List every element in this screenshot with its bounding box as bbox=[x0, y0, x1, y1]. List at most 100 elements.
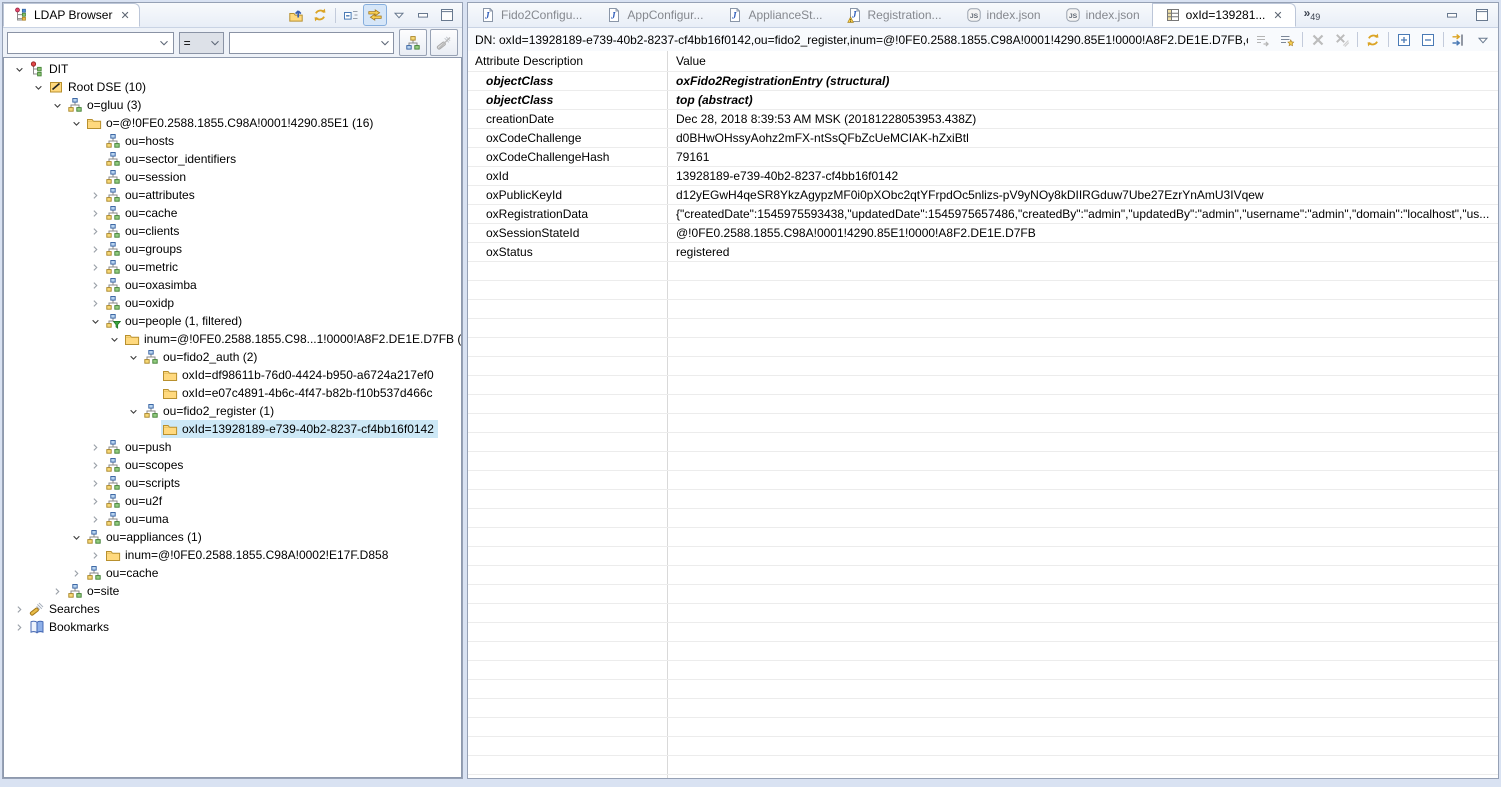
attribute-value-cell[interactable]: 13928189-e739-40b2-8237-cf4bb16f0142 bbox=[668, 167, 1498, 185]
chevron-collapsed-icon[interactable] bbox=[87, 549, 104, 562]
editor-tab[interactable]: JFido2Configu... bbox=[468, 3, 594, 27]
collapse-all-icon[interactable] bbox=[339, 4, 363, 26]
attribute-row[interactable]: oxSessionStateId@!0FE0.2588.1855.C98A!00… bbox=[468, 223, 1498, 242]
chevron-collapsed-icon[interactable] bbox=[87, 207, 104, 220]
chevron-collapsed-icon[interactable] bbox=[87, 189, 104, 202]
attribute-value-cell[interactable]: top (abstract) bbox=[668, 91, 1498, 109]
attribute-name-cell[interactable]: oxCodeChallengeHash bbox=[468, 148, 668, 166]
editor-tab[interactable]: JSindex.json bbox=[954, 3, 1053, 27]
tree-item-content[interactable]: inum=@!0FE0.2588.1855.C98A!0002!E17F.D85… bbox=[104, 546, 392, 564]
collapse-box-icon[interactable] bbox=[1416, 29, 1440, 51]
tree-item[interactable]: oxId=e07c4891-4b6c-4f47-b82b-f10b537d466… bbox=[4, 384, 461, 402]
tree-item[interactable]: ou=people (1, filtered) bbox=[4, 312, 461, 330]
tree-item[interactable]: ou=scopes bbox=[4, 456, 461, 474]
chevron-collapsed-icon[interactable] bbox=[87, 279, 104, 292]
chevron-collapsed-icon[interactable] bbox=[87, 441, 104, 454]
attribute-name-cell[interactable]: objectClass bbox=[468, 72, 668, 90]
tree-item-content[interactable]: ou=oxasimba bbox=[104, 276, 201, 294]
chevron-expanded-icon[interactable] bbox=[49, 99, 66, 112]
chevron-expanded-icon[interactable] bbox=[11, 63, 28, 76]
tree-item-content[interactable]: oxId=df98611b-76d0-4424-b950-a6724a217ef… bbox=[161, 366, 438, 384]
tree-item[interactable]: ou=cache bbox=[4, 204, 461, 222]
tree-item-content[interactable]: ou=appliances (1) bbox=[85, 528, 206, 546]
tree-item-content[interactable]: ou=clients bbox=[104, 222, 183, 240]
tree-item-content[interactable]: DIT bbox=[28, 60, 72, 78]
expand-all-icon[interactable] bbox=[1392, 29, 1416, 51]
tree-item-content[interactable]: inum=@!0FE0.2588.1855.C98...1!0000!A8F2.… bbox=[123, 330, 462, 348]
editor-tab[interactable]: JRegistration... bbox=[835, 3, 954, 27]
quick-search-value-combo[interactable] bbox=[229, 32, 394, 54]
attribute-name-cell[interactable]: oxRegistrationData bbox=[468, 205, 668, 223]
pin-arrows-icon[interactable] bbox=[1447, 29, 1471, 51]
attribute-row[interactable]: oxStatusregistered bbox=[468, 242, 1498, 261]
chevron-collapsed-icon[interactable] bbox=[87, 459, 104, 472]
chevron-collapsed-icon[interactable] bbox=[87, 297, 104, 310]
chevron-collapsed-icon[interactable] bbox=[87, 495, 104, 508]
link-editor-icon[interactable] bbox=[363, 4, 387, 26]
tree-item-content[interactable]: Searches bbox=[28, 600, 104, 618]
tree-item-content[interactable]: o=site bbox=[66, 582, 123, 600]
tree-item-content[interactable]: oxId=e07c4891-4b6c-4f47-b82b-f10b537d466… bbox=[161, 384, 437, 402]
attribute-value-cell[interactable]: @!0FE0.2588.1855.C98A!0001!4290.85E1!000… bbox=[668, 224, 1498, 242]
tree-item-content[interactable]: ou=push bbox=[104, 438, 175, 456]
tree-item[interactable]: o=site bbox=[4, 582, 461, 600]
attribute-name-cell[interactable]: oxId bbox=[468, 167, 668, 185]
chevron-expanded-icon[interactable] bbox=[68, 117, 85, 130]
dit-tree[interactable]: DITRoot DSE (10)o=gluu (3)o=@!0FE0.2588.… bbox=[3, 57, 462, 778]
chevron-collapsed-icon[interactable] bbox=[87, 513, 104, 526]
chevron-collapsed-icon[interactable] bbox=[11, 603, 28, 616]
chevron-expanded-icon[interactable] bbox=[125, 405, 142, 418]
refresh-icon[interactable] bbox=[1361, 29, 1385, 51]
chevron-down-icon[interactable] bbox=[206, 36, 223, 50]
attribute-name-cell[interactable]: oxSessionStateId bbox=[468, 224, 668, 242]
attribute-row[interactable]: oxCodeChallenged0BHwOHssyAohz2mFX-ntSsQF… bbox=[468, 128, 1498, 147]
editor-tab[interactable]: JAppConfigur... bbox=[594, 3, 715, 27]
chevron-collapsed-icon[interactable] bbox=[68, 567, 85, 580]
tree-item-content[interactable]: o=@!0FE0.2588.1855.C98A!0001!4290.85E1 (… bbox=[85, 114, 377, 132]
tree-item[interactable]: o=gluu (3) bbox=[4, 96, 461, 114]
tree-item[interactable]: ou=appliances (1) bbox=[4, 528, 461, 546]
tree-item[interactable]: ou=attributes bbox=[4, 186, 461, 204]
attribute-value-cell[interactable]: oxFido2RegistrationEntry (structural) bbox=[668, 72, 1498, 90]
attribute-name-cell[interactable]: objectClass bbox=[468, 91, 668, 109]
attribute-value-cell[interactable]: 79161 bbox=[668, 148, 1498, 166]
attribute-row[interactable]: objectClasstop (abstract) bbox=[468, 90, 1498, 109]
chevron-collapsed-icon[interactable] bbox=[11, 621, 28, 634]
attribute-name-cell[interactable]: oxPublicKeyId bbox=[468, 186, 668, 204]
editor-tab[interactable]: oxId=139281...✕ bbox=[1152, 3, 1296, 27]
tree-item-content[interactable]: ou=session bbox=[104, 168, 190, 186]
chevron-expanded-icon[interactable] bbox=[30, 81, 47, 94]
tree-item-content[interactable]: o=gluu (3) bbox=[66, 96, 145, 114]
close-icon[interactable]: ✕ bbox=[1273, 9, 1282, 22]
tree-item[interactable]: o=@!0FE0.2588.1855.C98A!0001!4290.85E1 (… bbox=[4, 114, 461, 132]
tree-item-content[interactable]: ou=u2f bbox=[104, 492, 166, 510]
tree-item-content[interactable]: ou=cache bbox=[104, 204, 181, 222]
tree-item-content[interactable]: ou=cache bbox=[85, 564, 162, 582]
tree-item[interactable]: ou=oxidp bbox=[4, 294, 461, 312]
up-nav-icon[interactable] bbox=[284, 4, 308, 26]
attribute-name-cell[interactable]: oxCodeChallenge bbox=[468, 129, 668, 147]
column-header-value[interactable]: Value bbox=[668, 51, 1498, 71]
quick-search-attribute-combo[interactable] bbox=[7, 32, 174, 54]
attribute-row[interactable]: oxCodeChallengeHash79161 bbox=[468, 147, 1498, 166]
tree-item[interactable]: ou=cache bbox=[4, 564, 461, 582]
chevron-collapsed-icon[interactable] bbox=[87, 261, 104, 274]
chevron-expanded-icon[interactable] bbox=[68, 531, 85, 544]
chevron-expanded-icon[interactable] bbox=[87, 315, 104, 328]
minimize-icon[interactable] bbox=[411, 4, 435, 26]
tree-item-content[interactable]: ou=sector_identifiers bbox=[104, 150, 240, 168]
tree-item[interactable]: ou=oxasimba bbox=[4, 276, 461, 294]
editor-tab[interactable]: JApplianceSt... bbox=[715, 3, 834, 27]
maximize-icon[interactable] bbox=[435, 4, 459, 26]
tree-item[interactable]: ou=groups bbox=[4, 240, 461, 258]
chevron-collapsed-icon[interactable] bbox=[49, 585, 66, 598]
refresh-icon[interactable] bbox=[308, 4, 332, 26]
tree-item-content[interactable]: ou=metric bbox=[104, 258, 182, 276]
tree-item-content[interactable]: ou=oxidp bbox=[104, 294, 178, 312]
tree-item[interactable]: ou=sector_identifiers bbox=[4, 150, 461, 168]
tree-item-content[interactable]: ou=scripts bbox=[104, 474, 184, 492]
tree-item[interactable]: Bookmarks bbox=[4, 618, 461, 636]
tree-item-content[interactable]: ou=hosts bbox=[104, 132, 178, 150]
attribute-row[interactable]: creationDateDec 28, 2018 8:39:53 AM MSK … bbox=[468, 109, 1498, 128]
attribute-value-cell[interactable]: d12yEGwH4qeSR8YkzAgypzMF0i0pXObc2qtYFrpd… bbox=[668, 186, 1498, 204]
